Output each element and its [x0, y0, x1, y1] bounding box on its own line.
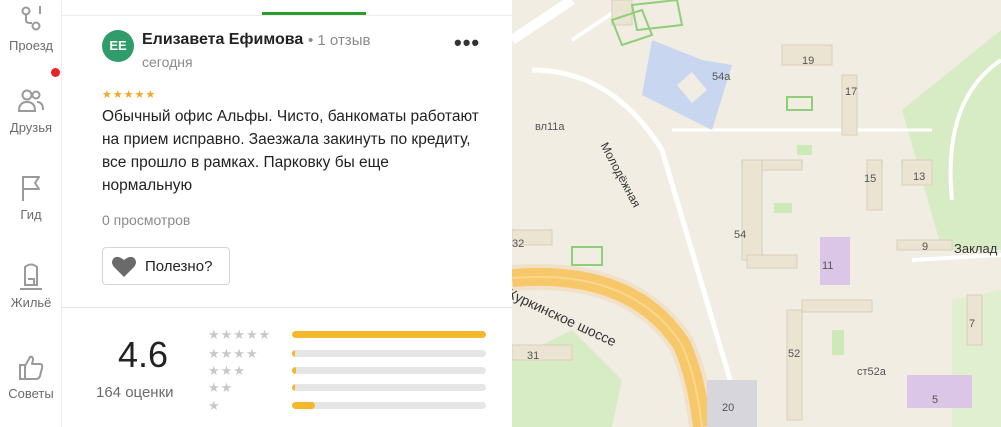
- distribution-bar-fill: [292, 350, 295, 357]
- building-label: 54а: [712, 71, 731, 83]
- distribution-bar-track: [292, 367, 486, 374]
- building-label: 7: [969, 318, 976, 330]
- rating-count: 164 оценки: [96, 384, 174, 401]
- map-canvas: [512, 0, 1001, 427]
- building-label: 17: [845, 86, 858, 98]
- more-options-button[interactable]: •••: [454, 30, 480, 56]
- distribution-bar-track: [292, 350, 486, 357]
- distribution-stars: ★★★: [208, 363, 246, 378]
- sidebar-item-route[interactable]: Проезд: [0, 4, 62, 53]
- building-label: 5: [932, 394, 939, 406]
- building-label: 32: [512, 238, 525, 250]
- distribution-stars: ★: [208, 398, 221, 413]
- distribution-bar-fill: [292, 384, 295, 391]
- heart-icon: [112, 256, 136, 277]
- author-review-count: • 1 отзыв: [308, 32, 371, 49]
- review-date: сегодня: [142, 54, 193, 70]
- street-label: Заклад: [954, 241, 998, 256]
- review-text: Обычный офис Альфы. Чисто, банкоматы раб…: [102, 108, 479, 194]
- building-label: 54: [734, 229, 747, 241]
- distribution-bar-track: [292, 384, 486, 391]
- distribution-bar-track: [292, 402, 486, 409]
- sidebar-item-label: Проезд: [8, 38, 53, 53]
- building-label: ст52а: [857, 366, 886, 378]
- distribution-stars: ★★★★★: [208, 327, 272, 342]
- sidebar-item-tips[interactable]: Советы: [0, 352, 62, 401]
- distribution-bar-fill: [292, 367, 296, 374]
- sidebar-item-guide[interactable]: Гид: [0, 173, 62, 222]
- building-label: 52: [788, 348, 801, 360]
- divider: [62, 15, 512, 16]
- building-label: 20: [722, 402, 735, 414]
- building-label: 13: [913, 171, 926, 183]
- sidebar-item-friends[interactable]: Друзья: [0, 68, 62, 135]
- building-label: 19: [802, 55, 815, 67]
- map[interactable]: Молодёжная Куркинское шоссе Заклад 54а 1…: [512, 0, 1001, 427]
- building-label: 15: [864, 173, 877, 185]
- review-panel: ЕЕ Елизавета Ефимова • 1 отзыв сегодня •…: [62, 0, 512, 427]
- sidebar-item-label: Советы: [8, 386, 54, 401]
- rating-score: 4.6: [118, 334, 169, 375]
- avatar[interactable]: ЕЕ: [102, 30, 134, 62]
- route-icon: [21, 6, 41, 31]
- divider: [62, 307, 512, 308]
- distribution-stars: ★★★★: [208, 346, 259, 361]
- building-label: вл11а: [535, 121, 565, 133]
- notification-dot: [51, 68, 60, 77]
- distribution-bar-fill: [292, 402, 315, 409]
- building-label: 31: [527, 350, 540, 362]
- building-label: 11: [822, 260, 834, 272]
- view-count: 0 просмотров: [102, 212, 191, 228]
- author-name[interactable]: Елизавета Ефимова: [142, 31, 303, 49]
- distribution-bar-track: [292, 331, 486, 338]
- sidebar: Проезд Друзья Гид Жильё Советы: [0, 0, 62, 427]
- housing-icon: [20, 263, 42, 290]
- sidebar-item-label: Жильё: [10, 295, 52, 310]
- app-root: Проезд Друзья Гид Жильё Советы ЕЕ Елизав…: [0, 0, 1001, 427]
- useful-label: Полезно?: [145, 258, 213, 275]
- building-label: 9: [922, 241, 929, 253]
- sidebar-item-label: Гид: [20, 207, 42, 222]
- useful-button[interactable]: Полезно?: [102, 247, 230, 285]
- sidebar-item-label: Друзья: [9, 120, 53, 135]
- review-stars: ★★★★★: [102, 89, 157, 101]
- distribution-bar-fill: [292, 331, 486, 338]
- sidebar-item-housing[interactable]: Жильё: [0, 261, 62, 310]
- distribution-stars: ★★: [208, 380, 234, 395]
- flag-icon: [22, 176, 40, 201]
- thumbs-up-icon: [19, 355, 44, 380]
- friends-icon: [17, 89, 44, 112]
